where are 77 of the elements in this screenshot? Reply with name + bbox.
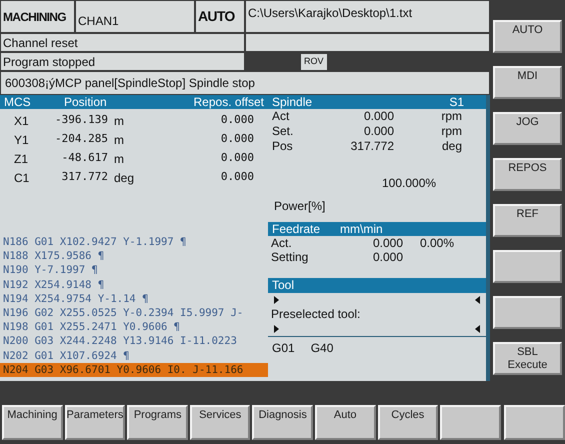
program-line[interactable]: N190 Y-7.1997 ¶ xyxy=(0,263,268,278)
spindle-label: Act xyxy=(272,109,290,124)
horizontal-softkey[interactable]: Diagnosis xyxy=(252,405,313,440)
repos-offset: 0.000 xyxy=(220,169,254,186)
horizontal-softkey[interactable]: Services xyxy=(190,405,250,440)
feedrate-percent: 0.00% xyxy=(419,236,454,250)
mode-label: AUTO xyxy=(198,7,235,26)
vertical-softkey[interactable] xyxy=(493,250,562,283)
program-line[interactable]: N198 G01 X255.2471 Y0.9606 ¶ xyxy=(0,320,268,334)
axis-unit: m xyxy=(113,132,125,148)
axis-table-header: MCS Position Repos. offset xyxy=(0,95,268,109)
horizontal-softkey[interactable] xyxy=(440,405,501,440)
spindle-label: Pos xyxy=(272,139,294,154)
preselected-tool-label: Preselected tool: xyxy=(271,307,360,321)
vertical-softkey[interactable]: MDI xyxy=(493,66,562,99)
axis-position: -396.139 xyxy=(54,112,108,128)
repos-offset: 0.000 xyxy=(220,112,254,128)
left-triangle-icon xyxy=(475,296,480,304)
channel-label: CHAN1 xyxy=(78,13,119,30)
area-label: MACHINING xyxy=(3,8,66,26)
rov-indicator: ROV xyxy=(301,54,327,70)
spindle-value: 317.772 xyxy=(350,139,394,154)
spindle-unit: rpm xyxy=(440,124,462,139)
spindle-header: Spindle S1 xyxy=(268,95,486,109)
spindle-unit: deg xyxy=(440,139,462,154)
vertical-softkey[interactable]: REF xyxy=(493,204,562,237)
horizontal-softkey[interactable]: Programs xyxy=(127,405,188,440)
spindle-override: 100.000% xyxy=(382,175,436,192)
axis-position: -204.285 xyxy=(54,131,108,148)
spindle-value: 0.000 xyxy=(362,109,394,124)
program-line[interactable]: N200 G03 X244.2248 Y13.9146 I-11.0223 xyxy=(0,334,268,349)
repos-offset: 0.000 xyxy=(220,150,254,166)
axis-name: Y1 xyxy=(13,132,30,148)
program-line[interactable]: N194 X254.9754 Y-1.14 ¶ xyxy=(0,292,268,306)
feedrate-label: Setting xyxy=(271,250,310,264)
power-label: Power[%] xyxy=(274,198,326,215)
repos-offset: 0.000 xyxy=(220,131,254,148)
program-line[interactable]: N202 G01 X107.6924 ¶ xyxy=(0,348,268,363)
horizontal-softkey[interactable]: Parameters xyxy=(64,405,126,440)
program-path: C:\Users\Karajko\Desktop\1.txt xyxy=(248,6,412,20)
feedrate-label: Act. xyxy=(271,236,293,250)
horizontal-softkey[interactable]: Cycles xyxy=(378,405,438,440)
right-triangle-icon xyxy=(274,296,279,304)
spindle-value: 0.000 xyxy=(362,124,394,139)
feedrate-value: 0.000 xyxy=(372,250,403,264)
spindle-label: Set. xyxy=(272,124,294,139)
channel-status: Channel reset xyxy=(3,34,78,52)
g-code: G01 xyxy=(272,340,295,357)
feedrate-header: Feedrate mm\min xyxy=(268,222,486,236)
vertical-softkey[interactable]: SBL Execute xyxy=(493,342,562,375)
axis-name: Z1 xyxy=(13,150,30,168)
g-code: G40 xyxy=(310,340,334,357)
tool-header: Tool xyxy=(268,278,486,293)
axis-unit: deg xyxy=(113,170,136,186)
vertical-softkey[interactable]: JOG xyxy=(493,112,562,145)
vertical-softkey[interactable]: REPOS xyxy=(493,158,562,191)
alarm-message: 600308¡ýMCP panel[SpindleStop] Spindle stop xyxy=(5,75,255,92)
right-triangle-icon xyxy=(274,324,279,332)
axis-position: 317.772 xyxy=(60,169,108,186)
horizontal-softkey[interactable]: Machining xyxy=(2,405,63,440)
feedrate-value: 0.000 xyxy=(372,236,403,250)
left-triangle-icon xyxy=(475,324,480,332)
program-line[interactable]: N188 X175.9586 ¶ xyxy=(0,249,268,264)
axis-name: X1 xyxy=(13,112,30,130)
program-line[interactable]: N192 X254.9148 ¶ xyxy=(0,278,268,292)
program-line[interactable]: N196 G02 X255.0525 Y-0.2394 I5.9997 J- xyxy=(0,306,268,320)
vertical-softkey[interactable]: AUTO xyxy=(493,20,562,53)
axis-name: C1 xyxy=(13,170,30,186)
horizontal-softkey[interactable] xyxy=(504,405,565,440)
horizontal-softkey[interactable]: Auto xyxy=(314,405,376,440)
axis-unit: m xyxy=(113,112,125,130)
spindle-unit: rpm xyxy=(440,109,462,124)
program-status: Program stopped xyxy=(3,54,96,70)
axis-unit: m xyxy=(113,150,125,168)
vertical-softkey[interactable] xyxy=(493,296,562,329)
program-line[interactable]: N186 G01 X102.9427 Y-1.1997 ¶ xyxy=(0,235,268,250)
axis-position: -48.617 xyxy=(60,150,108,166)
